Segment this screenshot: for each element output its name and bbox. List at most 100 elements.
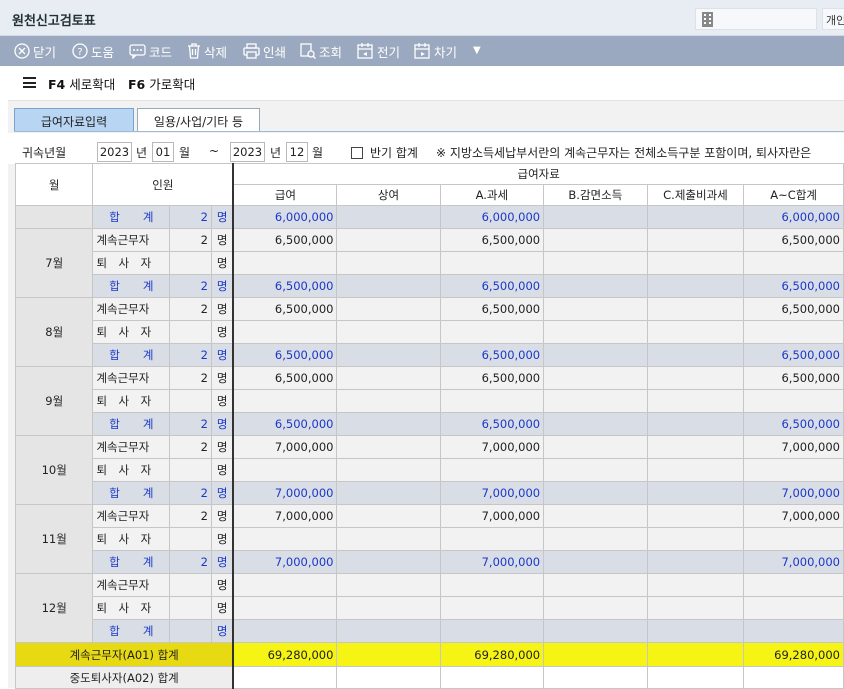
a02-total-bonus [336, 666, 441, 689]
half-sum-checkbox[interactable] [351, 147, 363, 159]
delete-button[interactable]: 삭제 [187, 42, 227, 60]
grand-total-bonus [336, 205, 441, 229]
to-year-input[interactable]: 2023 [230, 142, 265, 162]
continuing-row[interactable]: 7월 계속근무자 2 명 6,500,000 6,500,000 6,500,000 [14, 228, 844, 298]
month-sum-taxable: 6,500,000 [439, 343, 545, 367]
next-button[interactable]: 차기 [414, 42, 457, 60]
retired-total [743, 596, 844, 620]
retired-salary [232, 527, 338, 551]
month-sum-row[interactable]: 합 계 2 명 6,500,000 6,500,000 6,500,000 [16, 412, 844, 436]
a01-total-row[interactable]: 계속근무자(A01) 합계 69,280,000 69,280,000 69,280,… [15, 642, 844, 667]
month-sum-label: 합 계 [92, 412, 171, 436]
retired-total [743, 320, 844, 344]
month-sum-row[interactable]: 합 계 2 명 6,500,000 6,500,000 6,500,000 [16, 343, 844, 367]
continuing-unit: 명 [210, 366, 234, 390]
retired-row[interactable]: 퇴 사 자명 [16, 251, 844, 275]
continuing-row[interactable]: 11월 계속근무자 2 명 7,000,000 7,000,000 7,000,000 [14, 504, 844, 574]
grand-total-total: 6,000,000 [743, 205, 844, 229]
fkey-vertical-expand[interactable]: F4 세로확대 [48, 74, 115, 93]
retired-label: 퇴 사 자 [92, 251, 171, 275]
month-label: 12월 [14, 573, 94, 643]
retired-label: 퇴 사 자 [92, 596, 171, 620]
month-sum-count: 2 [169, 412, 212, 436]
search-list-icon [300, 43, 316, 59]
continuing-nontaxable [646, 297, 745, 321]
header-month: 월 [14, 163, 94, 206]
menu-icon[interactable] [23, 77, 36, 88]
continuing-unit: 명 [210, 297, 234, 321]
help-button[interactable]: ? 도움 [72, 42, 114, 60]
continuing-exempt [543, 366, 648, 390]
continuing-row[interactable]: 9월 계속근무자 2 명 6,500,000 6,500,000 6,500,000 [14, 366, 844, 436]
notice-text: ※ 지방소득세납부서란의 계속근무자는 전체소득구분 포함이며, 퇴사자란은 [436, 146, 812, 160]
toolbar-more-icon[interactable]: ▼ [473, 45, 481, 56]
retired-row[interactable]: 퇴 사 자명 [16, 389, 844, 413]
continuing-row[interactable]: 8월 계속근무자 2 명 6,500,000 6,500,000 6,500,000 [14, 297, 844, 367]
month-sum-row[interactable]: 합 계 2 명 6,500,000 6,500,000 6,500,000 [16, 274, 844, 298]
search-label: 조회 [319, 44, 343, 60]
retired-bonus [336, 596, 441, 620]
retired-taxable [439, 389, 545, 413]
window-title: 원천신고검토표 [12, 14, 96, 29]
continuing-row[interactable]: 10월 계속근무자 2 명 7,000,000 7,000,000 7,000,000 [14, 435, 844, 505]
calendar-next-icon [414, 43, 430, 59]
printer-icon [243, 43, 260, 59]
to-month-input[interactable]: 12 [286, 142, 308, 162]
retired-total [743, 458, 844, 482]
month-sum-taxable: 7,000,000 [439, 481, 545, 505]
continuing-unit: 명 [210, 435, 234, 459]
grand-total-row[interactable]: 합 계 2 명 6,000,000 6,000,000 6,000,000 [14, 205, 844, 229]
retired-row[interactable]: 퇴 사 자명 [16, 596, 844, 620]
fkey-horizontal-expand[interactable]: F6 가로확대 [128, 74, 195, 93]
continuing-unit: 명 [210, 504, 234, 528]
from-month-input[interactable]: 01 [152, 142, 174, 162]
code-button[interactable]: 코드 [129, 42, 172, 60]
search-button[interactable]: 조회 [300, 42, 342, 60]
retired-count [169, 320, 212, 344]
close-button[interactable]: 닫기 [14, 42, 56, 60]
retired-taxable [439, 458, 545, 482]
month-sum-bonus [336, 274, 441, 298]
from-year-input[interactable]: 2023 [97, 142, 132, 162]
month-sum-row[interactable]: 합 계명 [16, 619, 844, 643]
a02-total-row[interactable]: 중도퇴사자(A02) 합계 [15, 666, 844, 689]
retired-nontaxable [646, 251, 745, 275]
header-col-exempt: B.감면소득 [543, 184, 648, 206]
a02-total-exempt [543, 666, 648, 689]
header-col-total: A~C합계 [743, 184, 844, 206]
month-sum-row[interactable]: 합 계 2 명 7,000,000 7,000,000 7,000,000 [16, 550, 844, 574]
tab-daily-business-other[interactable]: 일용/사업/기타 등 [137, 108, 260, 131]
fkey-bar: F4 세로확대 F6 가로확대 [0, 66, 844, 98]
header-col-taxable: A.과세 [439, 184, 545, 206]
prev-button[interactable]: 전기 [357, 42, 400, 60]
month-sum-exempt [543, 343, 648, 367]
tab-salary-input[interactable]: 급여자료입력 [14, 108, 134, 131]
month-sum-count [169, 619, 212, 643]
continuing-total [743, 573, 844, 597]
continuing-bonus [336, 228, 441, 252]
continuing-row[interactable]: 12월 계속근무자 명 [14, 573, 844, 643]
month-sum-bonus [336, 343, 441, 367]
month-sum-unit: 명 [210, 619, 234, 643]
continuing-taxable: 6,500,000 [439, 228, 545, 252]
close-icon [14, 43, 30, 59]
range-tilde: ~ [209, 144, 220, 158]
f6-key: F6 [128, 77, 146, 92]
month-sum-salary: 6,500,000 [232, 274, 338, 298]
a01-total-nontaxable [646, 642, 745, 667]
header-col-salary: 급여 [232, 184, 338, 206]
month-sum-row[interactable]: 합 계 2 명 7,000,000 7,000,000 7,000,000 [16, 481, 844, 505]
user-box[interactable]: 개인 [822, 8, 844, 30]
a02-total-total [743, 666, 844, 689]
company-box[interactable] [695, 8, 817, 30]
retired-exempt [543, 251, 648, 275]
print-button[interactable]: 인쇄 [243, 42, 286, 60]
month-label: 11월 [14, 504, 94, 574]
help-icon: ? [72, 43, 88, 59]
continuing-count: 2 [169, 435, 212, 459]
retired-row[interactable]: 퇴 사 자명 [16, 320, 844, 344]
continuing-bonus [336, 366, 441, 390]
retired-row[interactable]: 퇴 사 자명 [16, 527, 844, 551]
a01-total-total: 69,280,000 [743, 642, 844, 667]
retired-row[interactable]: 퇴 사 자명 [16, 458, 844, 482]
